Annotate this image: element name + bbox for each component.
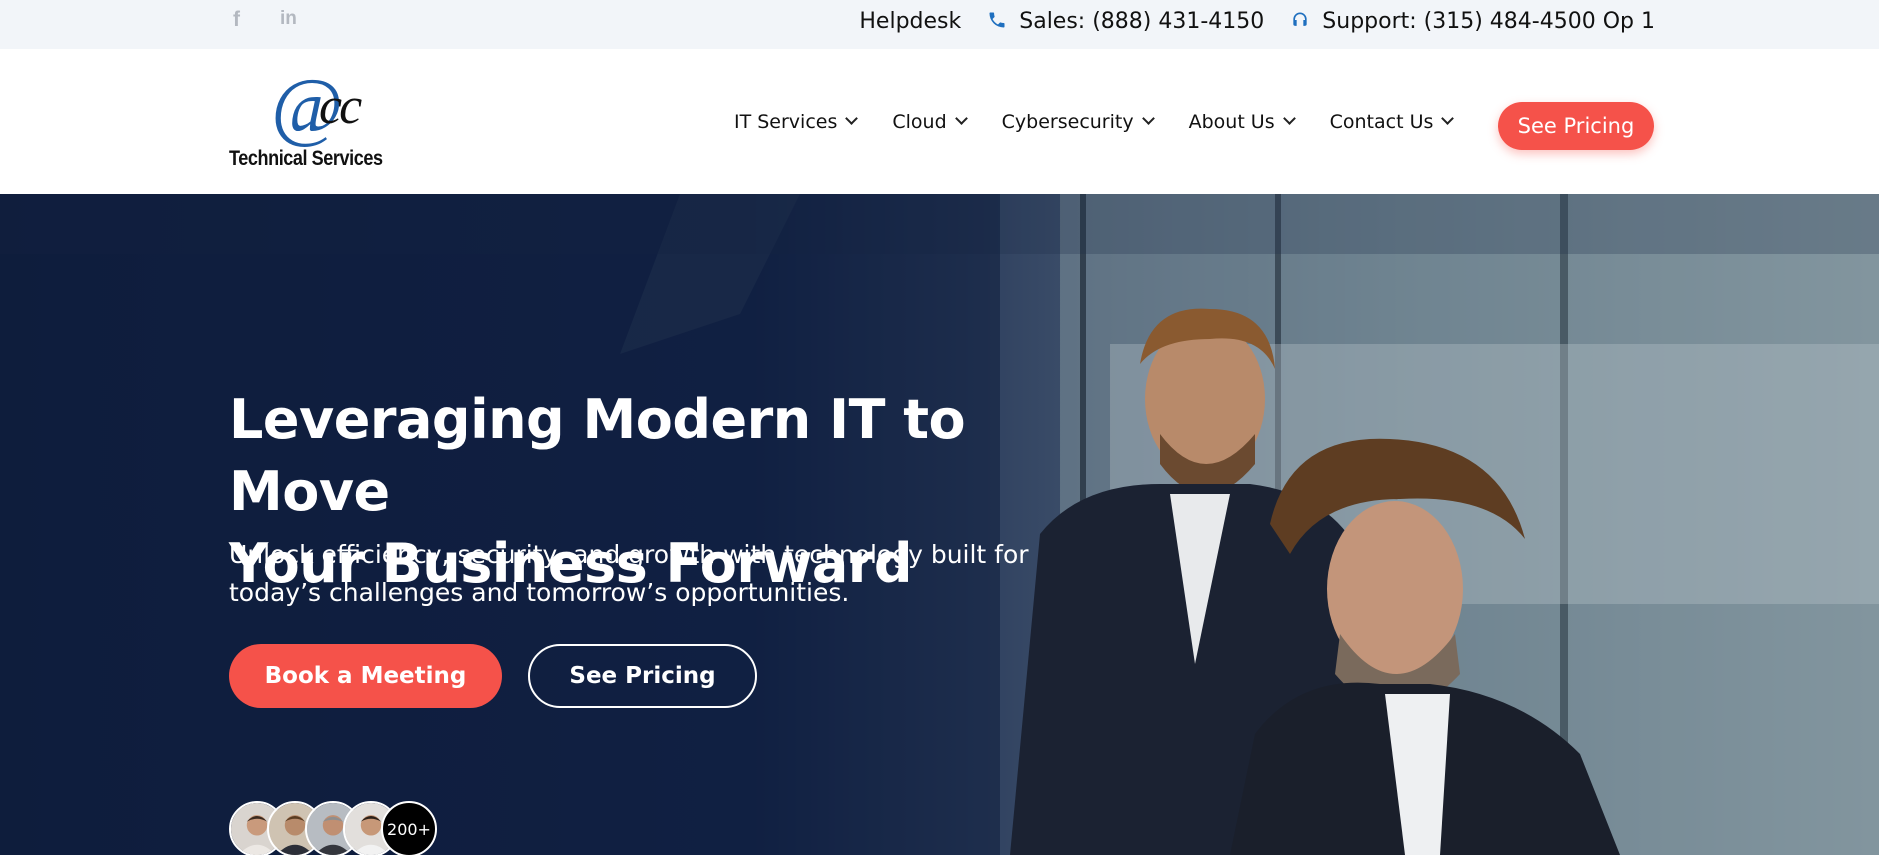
nav-item-it-services[interactable]: IT Services bbox=[734, 110, 859, 133]
nav-item-label: IT Services bbox=[734, 110, 838, 133]
see-pricing-hero-button[interactable]: See Pricing bbox=[528, 644, 757, 708]
nav-item-cybersecurity[interactable]: Cybersecurity bbox=[1001, 110, 1155, 133]
hero-subtitle: Unlock efficiency, security, and growth … bbox=[229, 536, 1129, 612]
chevron-down-icon bbox=[1441, 112, 1455, 125]
hero-subtitle-line-2: today’s challenges and tomorrow’s opport… bbox=[229, 578, 850, 607]
support-phone-text: Support: (315) 484-4500 Op 1 bbox=[1322, 8, 1655, 34]
hero-section: Leveraging Modern IT to Move Your Busine… bbox=[0, 194, 1879, 855]
chevron-down-icon bbox=[845, 112, 859, 125]
chevron-down-icon bbox=[954, 112, 968, 125]
sales-phone-link[interactable]: Sales: (888) 431-4150 bbox=[987, 9, 1264, 34]
chevron-down-icon bbox=[1141, 112, 1155, 125]
logo-subtitle: Technical Services bbox=[229, 147, 383, 170]
company-logo[interactable]: @ cc Technical Services bbox=[229, 67, 399, 173]
support-phone-link[interactable]: Support: (315) 484-4500 Op 1 bbox=[1290, 9, 1655, 34]
contact-info: Helpdesk Sales: (888) 431-4150 Support: … bbox=[859, 0, 1655, 42]
headset-icon bbox=[1290, 10, 1312, 32]
phone-icon bbox=[987, 10, 1009, 32]
chevron-down-icon bbox=[1282, 112, 1296, 125]
nav-item-label: Contact Us bbox=[1329, 110, 1434, 133]
main-nav: IT Services Cloud Cybersecurity About Us… bbox=[734, 49, 1455, 194]
top-bar: f in Helpdesk Sales: (888) 431-4150 Supp… bbox=[0, 0, 1879, 49]
linkedin-icon[interactable]: in bbox=[280, 8, 297, 30]
sales-phone-text: Sales: (888) 431-4150 bbox=[1019, 8, 1265, 34]
nav-item-contact-us[interactable]: Contact Us bbox=[1329, 110, 1455, 133]
helpdesk-label: Helpdesk bbox=[859, 8, 962, 34]
logo-cc-mark: cc bbox=[319, 78, 362, 135]
see-pricing-header-button[interactable]: See Pricing bbox=[1498, 102, 1654, 150]
facebook-icon[interactable]: f bbox=[233, 8, 240, 32]
site-header: @ cc Technical Services IT Services Clou… bbox=[0, 49, 1879, 194]
book-meeting-button[interactable]: Book a Meeting bbox=[229, 644, 502, 708]
hero-subtitle-line-1: Unlock efficiency, security, and growth … bbox=[229, 540, 1029, 569]
nav-item-label: About Us bbox=[1188, 110, 1275, 133]
nav-item-label: Cloud bbox=[892, 110, 947, 133]
client-count-badge: 200+ bbox=[381, 801, 437, 855]
hero-title-line-1: Leveraging Modern IT to Move bbox=[229, 388, 966, 523]
nav-item-label: Cybersecurity bbox=[1001, 110, 1134, 133]
nav-item-about-us[interactable]: About Us bbox=[1188, 110, 1296, 133]
nav-item-cloud[interactable]: Cloud bbox=[892, 110, 968, 133]
helpdesk-link[interactable]: Helpdesk bbox=[859, 9, 961, 34]
